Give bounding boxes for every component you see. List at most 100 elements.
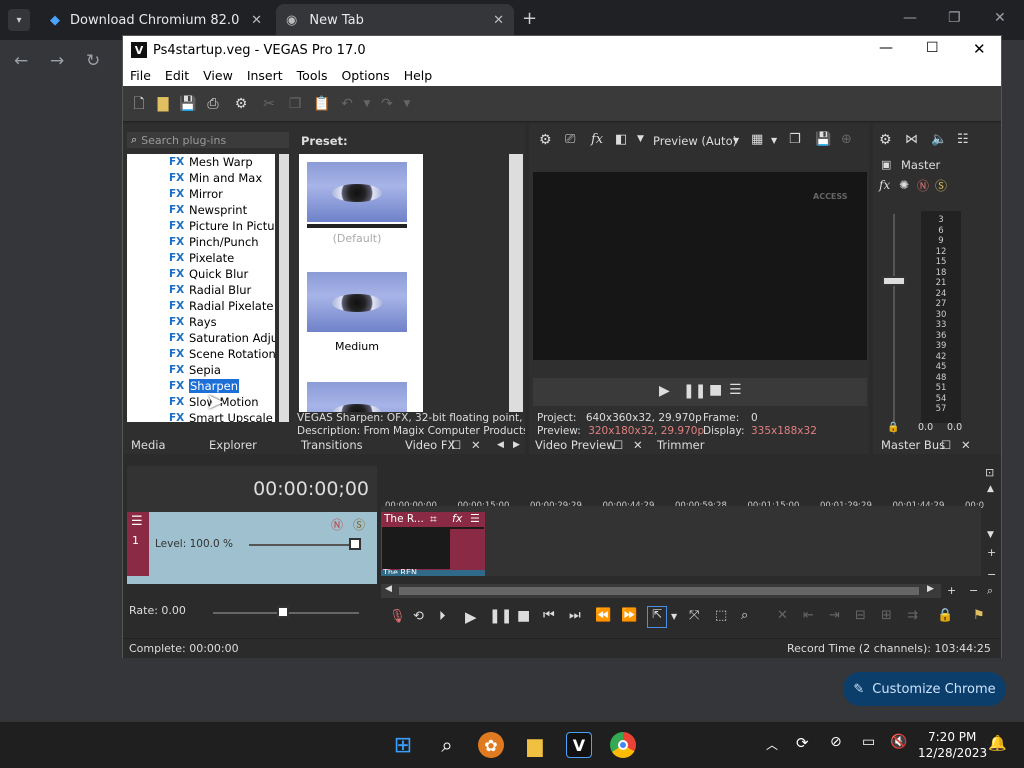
master-checkbox-icon[interactable]: ▣ xyxy=(881,158,891,171)
volume-muted-icon[interactable]: 🔇 xyxy=(890,734,907,750)
undo-dropdown-icon[interactable]: ▼ xyxy=(359,96,375,112)
file-explorer-icon[interactable]: ▆ xyxy=(522,732,548,758)
render-icon[interactable]: ⎙ xyxy=(205,96,221,112)
fx-item[interactable]: FX Pixelate xyxy=(169,250,234,266)
edit-tool-dropdown-icon[interactable]: ▼ xyxy=(671,612,677,621)
clock-time[interactable]: 7:20 PM xyxy=(928,730,976,744)
rate-handle[interactable] xyxy=(277,606,289,618)
go-to-start-icon[interactable]: ⏮ xyxy=(543,608,555,623)
vegas-taskbar-icon[interactable]: V xyxy=(566,732,592,758)
track-zoom-in-icon[interactable]: + xyxy=(987,546,996,559)
new-file-icon[interactable]: 🗋 xyxy=(131,96,147,112)
clock-date[interactable]: 12/28/2023 xyxy=(918,746,987,760)
marker-icon[interactable]: ⊡ xyxy=(985,466,994,479)
fx-item[interactable]: FX Scene Rotation xyxy=(169,346,275,362)
tab-video-fx[interactable]: Video FX xyxy=(405,438,455,452)
preset-medium-label[interactable]: Medium xyxy=(307,340,407,353)
chrome-taskbar-icon[interactable] xyxy=(610,732,636,758)
prev-frame-icon[interactable]: ⏪ xyxy=(595,608,611,623)
search-input[interactable]: Search plug-ins xyxy=(141,134,226,147)
close-window-icon[interactable]: ✕ xyxy=(973,40,986,58)
close-icon[interactable]: ✕ xyxy=(493,13,504,28)
clip-fx-icon[interactable]: fx xyxy=(452,512,462,525)
clip-2[interactable]: The REN... xyxy=(381,568,485,576)
video-preview-screen[interactable]: ACCESS xyxy=(533,172,867,360)
menu-tools[interactable]: Tools xyxy=(290,68,335,83)
tab-download-chromium[interactable]: ◆ Download Chromium 82.0.4050 ✕ xyxy=(40,4,272,36)
timeline-scrollbar[interactable]: ◀ ▶ xyxy=(381,584,941,598)
maximize-panel-icon[interactable]: ☐ xyxy=(941,438,951,452)
go-to-end-icon[interactable]: ⏭ xyxy=(569,608,581,623)
sync-icon[interactable]: ⟳ xyxy=(796,734,809,752)
fx-item[interactable]: FX Mirror xyxy=(169,186,223,202)
fl-studio-icon[interactable]: ✿ xyxy=(478,732,504,758)
selection-tool-icon[interactable]: ⬚ xyxy=(715,608,727,623)
volume-slider-handle[interactable] xyxy=(882,276,906,286)
preset-thumbnail[interactable] xyxy=(307,162,407,222)
fx-item[interactable]: FX Radial Blur xyxy=(169,282,251,298)
track-zoom-out-icon[interactable]: − xyxy=(987,568,996,581)
crop-icon[interactable]: ⌗ xyxy=(430,512,437,527)
reload-icon[interactable]: ↻ xyxy=(86,51,100,71)
master-fx-icon[interactable]: fx xyxy=(879,178,890,192)
maximize-panel-icon[interactable]: ☐ xyxy=(451,438,461,452)
tab-transitions[interactable]: Transitions xyxy=(301,438,363,452)
lock-icon[interactable]: 🔒 xyxy=(887,422,899,433)
forward-icon[interactable]: → xyxy=(50,51,64,71)
zoom-tool-icon[interactable]: ⌕ xyxy=(741,608,748,623)
stop-icon[interactable]: ■ xyxy=(709,382,722,398)
master-settings-icon[interactable]: ⚙ xyxy=(879,132,892,148)
close-panel-icon[interactable]: ✕ xyxy=(633,438,643,452)
copy-snapshot-icon[interactable]: ❐ xyxy=(789,132,801,147)
preset-scrollbar[interactable] xyxy=(509,154,523,412)
display-icon[interactable]: ▭ xyxy=(862,734,875,750)
cut-icon[interactable]: ✂ xyxy=(261,96,277,112)
track-level-slider[interactable] xyxy=(249,544,357,546)
save-icon[interactable]: 💾 xyxy=(179,96,196,112)
split-icon[interactable]: ⊟ xyxy=(855,608,866,623)
normal-edit-tool-icon[interactable]: ⇱ xyxy=(647,606,667,628)
preset-thumbnail[interactable] xyxy=(307,272,407,332)
lock-envelopes-icon[interactable]: 🔒 xyxy=(937,608,953,623)
track-level-handle[interactable] xyxy=(349,538,361,550)
tab-explorer[interactable]: Explorer xyxy=(209,438,257,452)
clip-menu-icon[interactable]: ☰ xyxy=(470,512,480,525)
envelope-tool-icon[interactable]: ⤧ xyxy=(689,608,699,623)
stop-icon[interactable]: ■ xyxy=(517,608,530,624)
fx-item[interactable]: FX Newsprint xyxy=(169,202,247,218)
vertical-scroll-up-icon[interactable]: ▲ xyxy=(987,484,994,494)
volume-slider-track[interactable] xyxy=(893,214,895,434)
fx-item[interactable]: FX Quick Blur xyxy=(169,266,248,282)
tab-new-tab[interactable]: ◉ New Tab ✕ xyxy=(276,4,514,36)
open-folder-icon[interactable]: ▇ xyxy=(155,96,171,112)
grid-dropdown-icon[interactable]: ▼ xyxy=(771,136,777,145)
scroll-right-icon[interactable]: ▶ xyxy=(927,584,934,594)
fx-item[interactable]: FX Saturation Adjust xyxy=(169,330,275,346)
solo-icon[interactable]: Ⓢ xyxy=(935,177,947,194)
minimize-icon[interactable]: — xyxy=(903,10,917,26)
search-icon[interactable]: ⌕ xyxy=(434,732,460,758)
preset-thumbnail[interactable] xyxy=(307,382,407,412)
zoom-search-icon[interactable]: ⌕ xyxy=(987,584,993,598)
track-menu-icon[interactable]: ☰ xyxy=(131,514,143,529)
new-tab-button[interactable]: + xyxy=(522,8,537,29)
undo-icon[interactable]: ↶ xyxy=(339,96,355,112)
close-panel-icon[interactable]: ✕ xyxy=(961,438,971,452)
menu-help[interactable]: Help xyxy=(397,68,440,83)
tab-master-bus[interactable]: Master Bus xyxy=(881,438,945,452)
copy-icon[interactable]: ❐ xyxy=(287,96,303,112)
menu-insert[interactable]: Insert xyxy=(240,68,290,83)
tab-video-preview[interactable]: Video Preview xyxy=(535,438,616,452)
redo-dropdown-icon[interactable]: ▼ xyxy=(399,96,415,112)
play-icon[interactable]: ▶ xyxy=(465,608,477,626)
speaker-icon[interactable]: 🔈 xyxy=(931,132,947,147)
mixer-icon[interactable]: ☷ xyxy=(957,132,969,147)
overlay-icon[interactable]: ⊕ xyxy=(841,132,852,147)
preview-mode-dropdown-icon[interactable]: ▼ xyxy=(733,136,739,145)
fx-tree-scrollbar[interactable] xyxy=(279,154,289,422)
grid-icon[interactable]: ▦ xyxy=(751,132,763,147)
marker-flag-icon[interactable]: ⚑ xyxy=(973,608,985,623)
preview-settings-icon[interactable]: ⚙ xyxy=(539,132,552,148)
split-screen-icon[interactable]: ◧ xyxy=(615,132,627,147)
automation-icon[interactable]: ✺ xyxy=(899,178,909,192)
